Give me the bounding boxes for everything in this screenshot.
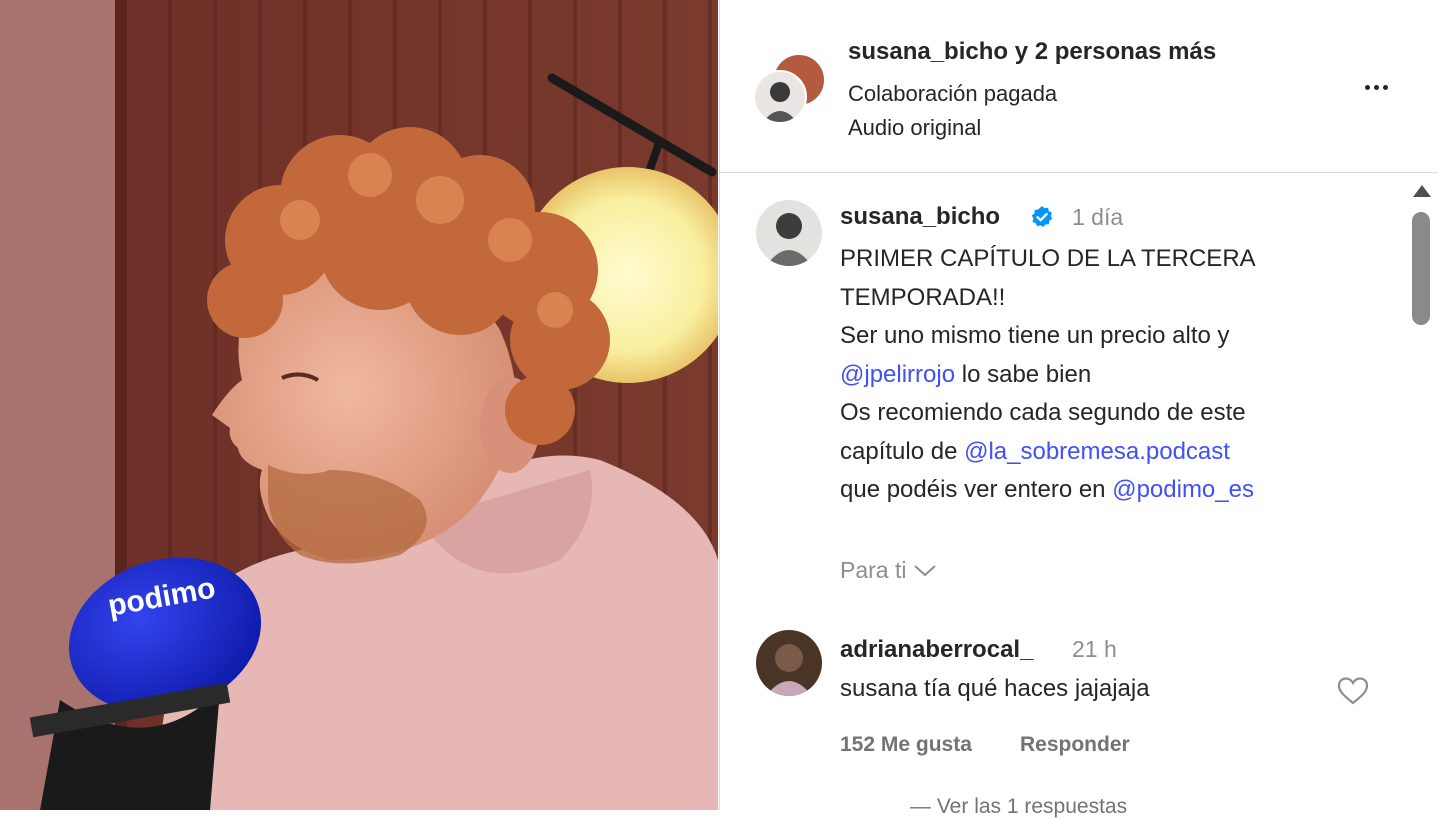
caption-text-fragment: lo sabe bien [955, 360, 1092, 388]
commenter-avatar[interactable] [756, 630, 822, 696]
post-header: susana_bicho y 2 personas más Colaboraci… [720, 0, 1438, 173]
more-dot [1382, 84, 1388, 90]
original-audio-link[interactable]: Audio original [848, 115, 981, 141]
post-side-panel: susana_bicho y 2 personas más Colaboraci… [719, 0, 1438, 818]
comment-sort-label: Para ti [840, 557, 907, 583]
comment-text: susana tía qué haces jajajaja [840, 675, 1150, 702]
paid-partnership-label[interactable]: Colaboración pagada [848, 81, 1057, 107]
header-collab-suffix[interactable]: y 2 personas más [1008, 38, 1216, 65]
chevron-down-icon [914, 564, 937, 576]
mention-link[interactable]: @podimo_es [1112, 476, 1254, 503]
header-username[interactable]: susana_bicho [848, 38, 1008, 65]
mention-link[interactable]: @la_sobremesa.podcast [964, 438, 1230, 465]
heart-icon[interactable] [1337, 676, 1369, 706]
author-avatar[interactable] [753, 70, 807, 124]
mention-link[interactable]: @jpelirrojo [840, 361, 955, 388]
caption-line: que podéis ver entero en @podimo_es [840, 471, 1380, 510]
verified-badge-icon [1031, 206, 1053, 227]
caption-line: PRIMER CAPÍTULO DE LA TERCERA [840, 245, 1256, 272]
caption-text-fragment: capítulo de [840, 437, 965, 465]
caption-line: Os recomiendo cada segundo de este [840, 399, 1246, 426]
comment-sort-dropdown[interactable]: Para ti [840, 557, 938, 584]
caption-username[interactable]: susana_bicho [840, 203, 1000, 231]
commenter-username[interactable]: adrianaberrocal_ [840, 636, 1033, 664]
reply-button[interactable]: Responder [1020, 733, 1130, 757]
view-replies-link[interactable]: — Ver las 1 respuestas [910, 795, 1127, 819]
caption-author-avatar[interactable] [756, 200, 822, 266]
caption-timestamp[interactable]: 1 día [1072, 204, 1123, 231]
video-frame: podimo [0, 0, 718, 810]
caption-line: Ser uno mismo tiene un precio alto y [840, 322, 1230, 349]
caption-text-fragment: que podéis ver entero en [840, 476, 1113, 503]
caption-line: capítulo de @la_sobremesa.podcast [840, 433, 1380, 472]
more-horizontal-icon [1364, 84, 1370, 90]
more-options-button[interactable] [1356, 72, 1396, 102]
caption-line: TEMPORADA!! [840, 283, 1006, 311]
comment-like-count[interactable]: 152 Me gusta [840, 733, 972, 757]
collab-title: susana_bicho y 2 personas más [848, 38, 1216, 66]
more-dot [1373, 84, 1379, 90]
caption-line: @jpelirrojo lo sabe bien [840, 356, 1380, 395]
caption-text: PRIMER CAPÍTULO DE LA TERCERA TEMPORADA!… [840, 240, 1380, 510]
post-media[interactable]: podimo [0, 0, 718, 810]
scroll-up-arrow-icon[interactable] [1413, 185, 1431, 197]
scrollbar-thumb[interactable] [1412, 212, 1430, 325]
comment-timestamp[interactable]: 21 h [1072, 636, 1117, 663]
